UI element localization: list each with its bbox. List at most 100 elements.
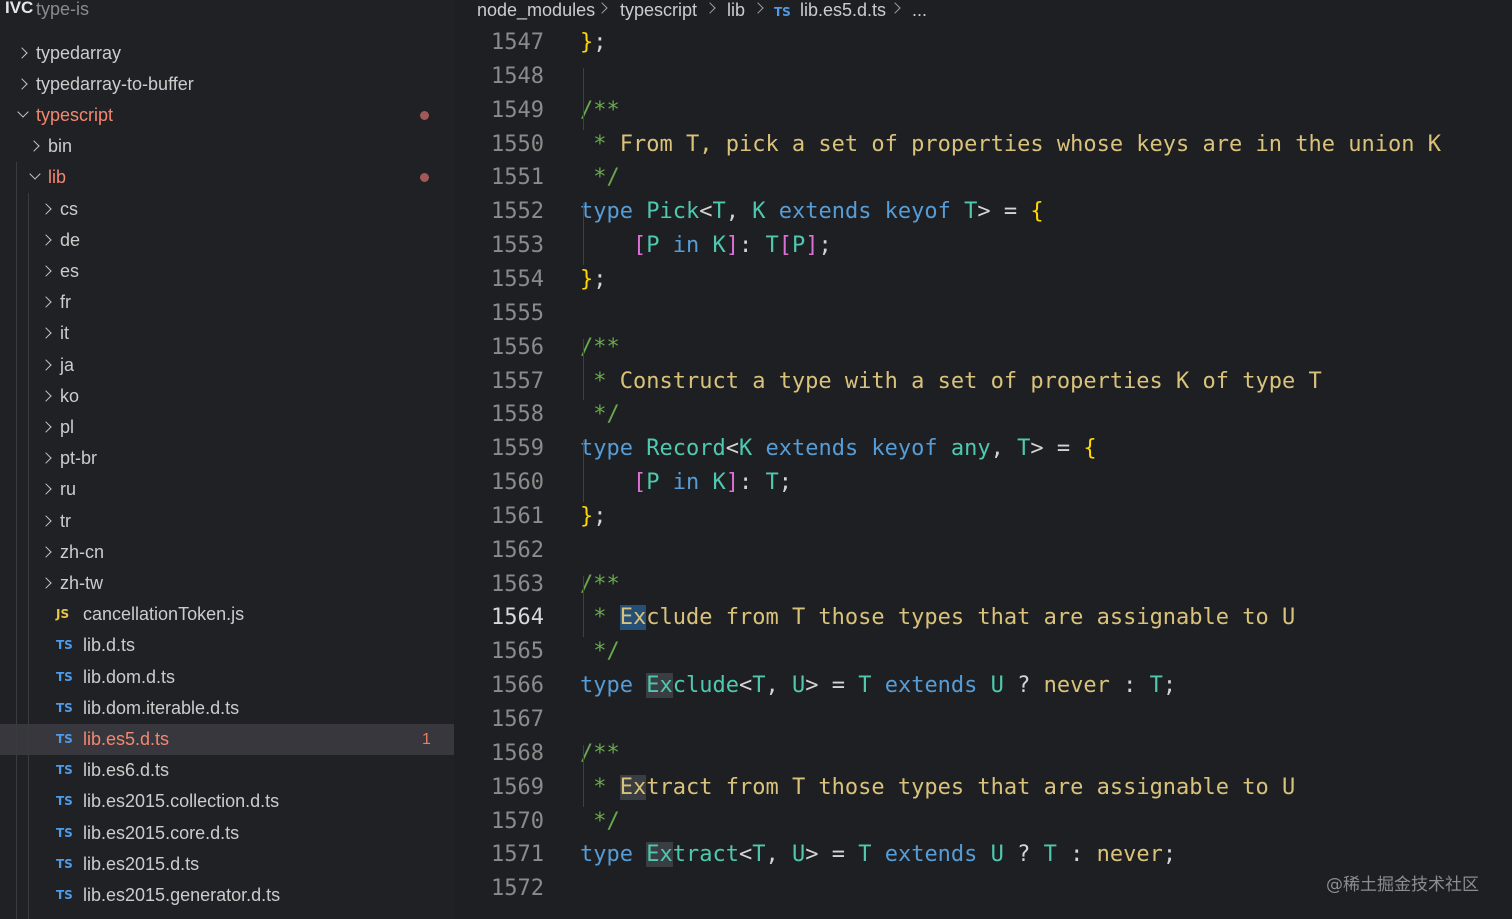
code-token: Record xyxy=(646,436,726,462)
breadcrumb-item[interactable]: lib.es5.d.ts xyxy=(800,0,886,21)
tree-item-lib-es6-d-ts[interactable]: TS lib.es6.d.ts xyxy=(0,755,454,786)
code-token: U xyxy=(990,673,1018,699)
tree-item-ko[interactable]: ko xyxy=(0,381,454,412)
tree-item-es[interactable]: es xyxy=(0,256,454,287)
code-line[interactable]: }; xyxy=(580,267,607,292)
chevron-right-icon[interactable] xyxy=(18,74,28,84)
tree-item-ru[interactable]: ru xyxy=(0,474,454,505)
tree-item-lib[interactable]: lib xyxy=(0,162,454,193)
tree-item-tr[interactable]: tr xyxy=(0,506,454,537)
chevron-right-icon[interactable] xyxy=(42,292,52,302)
code-token: /** xyxy=(580,334,620,360)
tree-item-cancellationtoken-js[interactable]: JS cancellationToken.js xyxy=(0,599,454,630)
code-line[interactable]: * Construct a type with a set of propert… xyxy=(580,369,1322,394)
code-line[interactable]: type Pick<T, K extends keyof T> = { xyxy=(580,199,1044,224)
chevron-right-icon[interactable] xyxy=(42,542,52,552)
tree-item-lib-es2015-d-ts[interactable]: TS lib.es2015.d.ts xyxy=(0,849,454,880)
tree-item-ja[interactable]: ja xyxy=(0,350,454,381)
code-line[interactable]: */ xyxy=(580,809,620,834)
chevron-right-icon[interactable] xyxy=(42,355,52,365)
tree-item-fr[interactable]: fr xyxy=(0,287,454,318)
chevron-right-icon[interactable] xyxy=(42,230,52,240)
code-token: < xyxy=(699,199,713,225)
chevron-right-icon[interactable] xyxy=(42,323,52,333)
chevron-right-icon[interactable] xyxy=(30,136,40,146)
tree-item-zh-tw[interactable]: zh-tw xyxy=(0,568,454,599)
code-line[interactable]: * Extract from T those types that are as… xyxy=(580,774,1295,800)
code-token: extends keyof xyxy=(778,199,965,225)
code-token: K xyxy=(738,436,766,462)
tree-item-cs[interactable]: cs xyxy=(0,194,454,225)
tree-item-typescript[interactable]: typescript xyxy=(0,100,454,131)
code-line[interactable]: * From T, pick a set of properties whose… xyxy=(580,132,1441,157)
tree-item-label: typedarray xyxy=(36,42,122,63)
code-token: [ xyxy=(778,233,792,259)
tree-item-de[interactable]: de xyxy=(0,225,454,256)
ts-file-icon: TS xyxy=(56,887,73,902)
chevron-right-icon[interactable] xyxy=(42,417,52,427)
code-editor[interactable]: 1547}; 1548 1549 /** 1550 * From T, pick a s… xyxy=(454,24,1512,919)
line-number: 1564 xyxy=(491,605,544,631)
chevron-right-icon[interactable] xyxy=(42,448,52,458)
chevron-right-icon[interactable] xyxy=(42,386,52,396)
code-line[interactable]: [P in K]: T[P]; xyxy=(580,233,832,258)
tree-item-lib-es2015-generator-d-ts[interactable]: TS lib.es2015.generator.d.ts xyxy=(0,880,454,911)
code-line[interactable]: type Record<K extends keyof any, T> = { xyxy=(580,436,1097,461)
code-line[interactable]: type Extract<T, U> = T extends U ? T : n… xyxy=(580,842,1176,868)
code-line[interactable]: }; xyxy=(580,30,607,55)
tree-item-typedarray[interactable]: typedarray xyxy=(0,38,454,69)
tree-item-label: tr xyxy=(60,510,71,531)
code-token: } xyxy=(580,503,594,529)
code-line[interactable]: */ xyxy=(580,402,620,427)
code-line[interactable]: /** xyxy=(580,741,620,766)
tree-item-label: pt-br xyxy=(60,448,98,469)
tree-item-lib-es5-d-ts[interactable]: TS lib.es5.d.ts 1 xyxy=(0,723,454,755)
tree-item-label: ko xyxy=(60,385,80,406)
tree-item-lib-dom-iterable-d-ts[interactable]: TS lib.dom.iterable.d.ts xyxy=(0,693,454,724)
indent-guide xyxy=(583,67,584,130)
chevron-right-icon[interactable] xyxy=(42,199,52,209)
chevron-right-icon[interactable] xyxy=(42,573,52,583)
tree-item-cut[interactable]: type-is xyxy=(0,0,454,25)
line-number: 1548 xyxy=(491,63,544,89)
tree-item-it[interactable]: it xyxy=(0,318,454,349)
line-number: 1551 xyxy=(491,165,544,191)
tree-item-lib-es2015-core-d-ts[interactable]: TS lib.es2015.core.d.ts xyxy=(0,818,454,849)
chevron-right-icon[interactable] xyxy=(42,511,52,521)
breadcrumb-item[interactable]: lib xyxy=(727,0,745,21)
indent-guide xyxy=(583,575,584,638)
code-line[interactable]: * Exclude from T those types that are as… xyxy=(580,605,1295,631)
code-token: P xyxy=(791,233,806,259)
tree-item-pt-br[interactable]: pt-br xyxy=(0,443,454,474)
chevron-down-icon[interactable] xyxy=(30,167,40,177)
chevron-right-icon[interactable] xyxy=(18,43,28,53)
tree-item-lib-es2015-collection-d-ts[interactable]: TS lib.es2015.collection.d.ts xyxy=(0,786,454,817)
breadcrumb-item[interactable]: node_modules xyxy=(477,0,595,21)
breadcrumb-more[interactable]: ... xyxy=(912,0,927,21)
chevron-down-icon[interactable] xyxy=(18,105,28,115)
tree-item-typedarray-to-buffer[interactable]: typedarray-to-buffer xyxy=(0,69,454,100)
tree-item-pl[interactable]: pl xyxy=(0,412,454,443)
tree-item-lib-dom-d-ts[interactable]: TS lib.dom.d.ts xyxy=(0,662,454,693)
code-line[interactable]: /** xyxy=(580,98,620,123)
code-line[interactable]: type Exclude<T, U> = T extends U ? never… xyxy=(580,673,1176,699)
chevron-right-icon[interactable] xyxy=(42,479,52,489)
code-line[interactable]: }; xyxy=(580,504,607,529)
breadcrumb-separator-icon xyxy=(889,2,901,14)
code-line[interactable]: */ xyxy=(580,639,620,664)
code-token: * xyxy=(580,605,620,631)
tree-item-zh-cn[interactable]: zh-cn xyxy=(0,537,454,568)
tree-item-label: lib xyxy=(48,167,67,188)
breadcrumb-item[interactable]: typescript xyxy=(620,0,697,21)
chevron-right-icon[interactable] xyxy=(42,261,52,271)
tree-item-lib-d-ts[interactable]: TS lib.d.ts xyxy=(0,630,454,661)
code-token: T xyxy=(765,233,779,259)
line-number: 1572 xyxy=(491,876,544,902)
code-line[interactable]: [P in K]: T; xyxy=(580,470,792,495)
code-token: K xyxy=(752,199,779,225)
line-number: 1565 xyxy=(491,639,544,665)
code-line[interactable]: /** xyxy=(580,572,620,597)
code-line[interactable]: /** xyxy=(580,335,620,360)
code-line[interactable]: */ xyxy=(580,165,620,190)
tree-item-bin[interactable]: bin xyxy=(0,131,454,162)
